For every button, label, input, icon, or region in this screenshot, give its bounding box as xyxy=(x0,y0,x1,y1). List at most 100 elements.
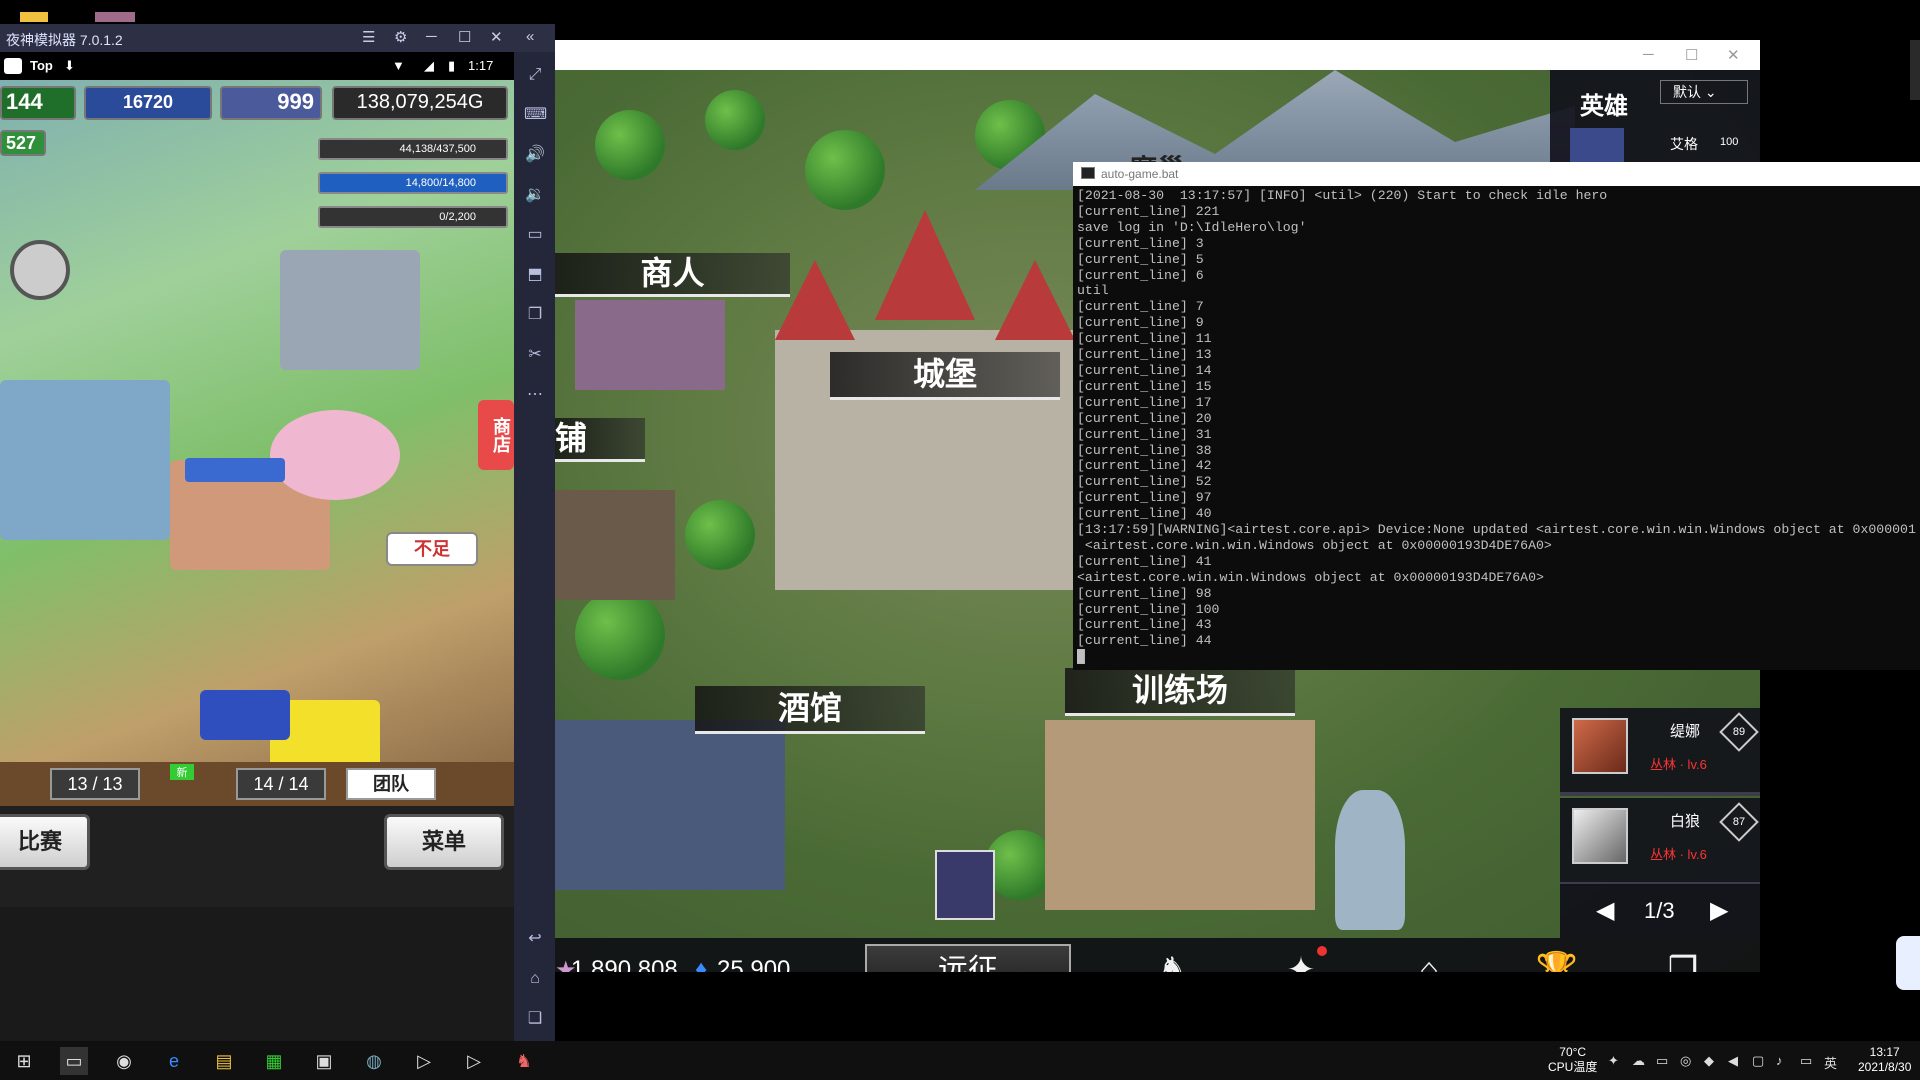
recent-apps-icon[interactable]: ❑ xyxy=(524,1008,546,1030)
system-clock[interactable]: 13:17 2021/8/30 xyxy=(1858,1045,1911,1075)
prev-page-icon[interactable]: ◀ xyxy=(1596,896,1614,925)
tray-monitor-icon[interactable]: ▭ xyxy=(1800,1053,1812,1069)
page-indicator: 1/3 xyxy=(1644,898,1675,923)
ticket-counter: 999 xyxy=(220,86,322,120)
wifi-icon: ▼ xyxy=(392,58,405,73)
edge-scrollbar[interactable] xyxy=(1910,40,1920,100)
glass-building xyxy=(0,380,170,540)
shop-building[interactable] xyxy=(555,490,675,600)
close-icon[interactable]: ✕ xyxy=(1727,46,1740,64)
tray-bluetooth-icon[interactable]: ◎ xyxy=(1680,1053,1691,1069)
emulator-screen[interactable]: Top ⬇ ▼ ◢ ▮ 1:17 144 16720 999 138,079,2… xyxy=(0,52,514,907)
merchant-building[interactable] xyxy=(575,300,725,390)
terminal-icon[interactable]: ▭ xyxy=(60,1047,88,1075)
emulator-titlebar: 夜神模拟器 7.0.1.2 ☰ ⚙ ─ ☐ ✕ « xyxy=(0,24,555,52)
keyboard-icon[interactable]: ⌨ xyxy=(524,104,547,126)
expedition-button[interactable]: 远征 xyxy=(865,944,1071,972)
tray-chat-icon[interactable]: ▢ xyxy=(1752,1053,1764,1069)
console-line: [current_line] 13 xyxy=(1077,347,1212,363)
hero-portrait[interactable] xyxy=(1570,128,1624,166)
menu-button[interactable]: 菜单 xyxy=(384,814,504,870)
console-line: [current_line] 42 xyxy=(1077,458,1212,474)
volume-down-icon[interactable]: 🔉 xyxy=(524,184,546,206)
training-building[interactable] xyxy=(1045,720,1315,910)
home-icon[interactable]: ⌂ xyxy=(524,968,546,990)
apk-install-icon[interactable]: ⬒ xyxy=(524,264,546,286)
house-icon[interactable]: ⌂ xyxy=(1407,948,1451,972)
hero-filter-dropdown[interactable]: 默认 ⌄ xyxy=(1660,80,1748,104)
steam-icon[interactable]: ◍ xyxy=(360,1047,388,1075)
console-line: [2021-08-30 13:17:57] [INFO] <util> (220… xyxy=(1077,188,1608,203)
kairo-game-scene[interactable]: 144 16720 999 138,079,254G 527 44,138/43… xyxy=(0,80,514,762)
launcher-icon[interactable]: ▷ xyxy=(410,1047,438,1075)
research-insufficient-badge[interactable]: 不足 xyxy=(386,532,478,566)
castle-label[interactable]: 城堡 xyxy=(830,352,1060,400)
gem-counter[interactable]: 16720 xyxy=(84,86,212,120)
app-window-icon[interactable]: ▣ xyxy=(310,1047,338,1075)
minimize-icon[interactable]: ─ xyxy=(1643,46,1654,63)
tray-network-icon[interactable]: ☁ xyxy=(1632,1053,1645,1069)
console-line: [current_line] 31 xyxy=(1077,426,1212,442)
maximize-icon[interactable]: ☐ xyxy=(1685,46,1698,64)
hero-card[interactable]: 缇娜 89 丛林 · lv.6 xyxy=(1560,708,1760,796)
tray-volume-icon[interactable]: ◀ xyxy=(1728,1053,1738,1069)
book-icon[interactable]: ❒ xyxy=(1661,948,1705,972)
multi-instance-icon[interactable]: ❐ xyxy=(524,304,546,326)
console-line: [current_line] 5 xyxy=(1077,251,1204,267)
hero-icon[interactable]: ♞ xyxy=(1151,948,1195,972)
tray-app-icon[interactable]: ✦ xyxy=(1608,1053,1619,1069)
next-page-icon[interactable]: ▶ xyxy=(1710,896,1728,925)
notification-dot xyxy=(1317,946,1327,956)
tavern-label[interactable]: 酒馆 xyxy=(695,686,925,734)
scissors-icon[interactable]: ✂ xyxy=(524,344,546,366)
console-output[interactable]: [2021-08-30 13:17:57] [INFO] <util> (220… xyxy=(1077,188,1917,666)
volume-up-icon[interactable]: 🔊 xyxy=(524,144,546,166)
android-status-bar: Top ⬇ ▼ ◢ ▮ 1:17 xyxy=(0,52,514,80)
match-button[interactable]: 比赛 xyxy=(0,814,90,870)
team-button[interactable]: 团队 xyxy=(346,768,436,800)
minimize-icon[interactable]: ─ xyxy=(426,28,437,45)
close-icon[interactable]: ✕ xyxy=(490,28,503,46)
merchant-label[interactable]: 商人 xyxy=(555,253,790,297)
maximize-icon[interactable]: ☐ xyxy=(458,28,471,46)
file-explorer-icon[interactable]: ▤ xyxy=(210,1047,238,1075)
console-line: [current_line] 97 xyxy=(1077,490,1212,506)
side-widget-icon[interactable] xyxy=(1896,936,1920,990)
tray-security-icon[interactable]: ◆ xyxy=(1704,1053,1714,1069)
more-icon[interactable]: ⋯ xyxy=(524,384,546,406)
fullscreen-icon[interactable]: ⤢ xyxy=(524,64,546,86)
spreadsheet-icon[interactable]: ▦ xyxy=(260,1047,288,1075)
collapse-icon[interactable]: « xyxy=(526,28,534,45)
tray-speaker-icon[interactable]: ♪ xyxy=(1776,1053,1783,1068)
hero-level: 100 xyxy=(1720,136,1739,148)
back-icon[interactable]: ↩ xyxy=(524,928,546,950)
menu-icon[interactable]: ☰ xyxy=(362,28,375,46)
edge-browser-icon[interactable]: e xyxy=(160,1047,188,1075)
console-line: [current_line] 9 xyxy=(1077,315,1204,331)
shop-label[interactable]: 铺 xyxy=(555,418,645,462)
launcher-icon-2[interactable]: ▷ xyxy=(460,1047,488,1075)
settings-icon[interactable]: ⚙ xyxy=(394,28,407,46)
input-language[interactable]: 英 xyxy=(1824,1053,1837,1072)
nox-icon[interactable]: ◉ xyxy=(110,1047,138,1075)
folder-icon[interactable] xyxy=(20,12,48,22)
tavern-building[interactable] xyxy=(555,720,785,890)
tree xyxy=(705,90,765,150)
console-line: [current_line] 100 xyxy=(1077,601,1220,617)
screen-icon[interactable]: ▭ xyxy=(524,224,546,246)
console-line: <airtest.core.win.win.Windows object at … xyxy=(1077,569,1544,585)
app-icon[interactable] xyxy=(95,12,135,22)
shop-sign[interactable]: 商店 xyxy=(478,400,514,470)
hero-name: 缇娜 xyxy=(1670,723,1701,740)
console-line: [current_line] 15 xyxy=(1077,378,1212,394)
hero-card[interactable]: 白狼 87 丛林 · lv.6 xyxy=(1560,798,1760,886)
hero-sub-label: 丛林 · lv.6 xyxy=(1650,847,1707,862)
hero-avatar[interactable] xyxy=(935,850,995,920)
start-icon[interactable]: ⊞ xyxy=(10,1047,38,1075)
training-label[interactable]: 训练场 xyxy=(1065,668,1295,716)
game-taskbar-icon[interactable]: ♞ xyxy=(510,1047,538,1075)
steering-wheel-icon[interactable] xyxy=(10,240,70,300)
tree xyxy=(805,130,885,210)
trophy-icon[interactable]: 🏆 xyxy=(1535,948,1579,972)
tray-display-icon[interactable]: ▭ xyxy=(1656,1053,1668,1069)
